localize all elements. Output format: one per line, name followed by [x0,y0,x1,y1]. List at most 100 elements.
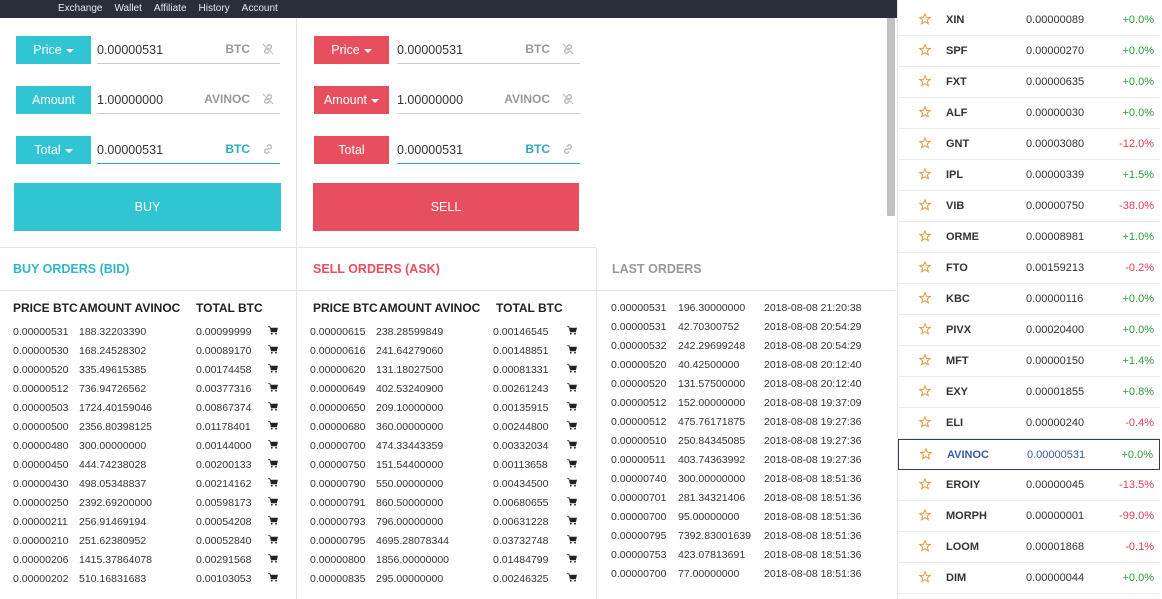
star-icon[interactable] [918,260,932,273]
market-row-vib[interactable]: VIB 0.00000750 -38.0% [898,191,1160,222]
cart-icon[interactable] [567,573,577,582]
star-icon[interactable] [918,43,932,56]
cart-icon[interactable] [268,516,278,525]
cart-icon[interactable] [268,497,278,506]
buy-order-row[interactable]: 0.00000520 335.49615385 0.00174458 [0,362,296,381]
sell-order-row[interactable]: 0.00000680 360.00000000 0.00244800 [297,419,596,438]
buy-button[interactable]: BUY [14,183,281,231]
sell-order-row[interactable]: 0.00000649 402.53240900 0.00261243 [297,381,596,400]
link-icon[interactable] [262,93,274,105]
cart-icon[interactable] [567,440,577,449]
cart-icon[interactable] [567,345,577,354]
star-icon[interactable] [918,136,932,149]
market-row-alf[interactable]: ALF 0.00000030 +0.0% [898,98,1160,129]
buy-order-row[interactable]: 0.00000210 251.62380952 0.00052840 [0,533,296,552]
buy-total-input[interactable]: 0.00000531 BTC [97,136,280,164]
market-row-fxt[interactable]: FXT 0.00000635 +0.0% [898,67,1160,98]
buy-total-dropdown[interactable]: Total [16,136,91,164]
buy-amount-input[interactable]: 1.00000000 AVINOC [97,86,280,114]
cart-icon[interactable] [268,326,278,335]
nav-item-history[interactable]: History [199,3,230,15]
market-row-mft[interactable]: MFT 0.00000150 +1.4% [898,346,1160,377]
market-row-eroiy[interactable]: EROIY 0.00000045 -13.5% [898,470,1160,501]
cart-icon[interactable] [567,478,577,487]
market-row-ipl[interactable]: IPL 0.00000339 +1.5% [898,160,1160,191]
sell-price-dropdown[interactable]: Price [314,36,389,64]
sell-amount-input[interactable]: 1.00000000 AVINOC [397,86,580,114]
sell-order-row[interactable]: 0.00000615 238.28599849 0.00146545 [297,324,596,343]
cart-icon[interactable] [268,345,278,354]
star-icon[interactable] [918,291,932,304]
sell-price-input[interactable]: 0.00000531 BTC [397,36,580,64]
cart-icon[interactable] [567,421,577,430]
sell-total-label-box[interactable]: Total [314,136,389,164]
market-row-exy[interactable]: EXY 0.00001855 +0.8% [898,377,1160,408]
buy-order-row[interactable]: 0.00000480 300.00000000 0.00144000 [0,438,296,457]
buy-price-input[interactable]: 0.00000531 BTC [97,36,280,64]
cart-icon[interactable] [567,383,577,392]
market-row-fto[interactable]: FTO 0.00159213 -0.2% [898,253,1160,284]
sell-button[interactable]: SELL [313,183,579,231]
buy-order-row[interactable]: 0.00000530 168.24528302 0.00089170 [0,343,296,362]
cart-icon[interactable] [268,535,278,544]
star-icon[interactable] [918,12,932,25]
star-icon[interactable] [918,74,932,87]
cart-icon[interactable] [268,459,278,468]
sell-order-row[interactable]: 0.00000620 131.18027500 0.00081331 [297,362,596,381]
star-icon[interactable] [918,105,932,118]
market-row-orme[interactable]: ORME 0.00008981 +1.0% [898,222,1160,253]
sell-order-row[interactable]: 0.00000750 151.54400000 0.00113658 [297,457,596,476]
buy-order-row[interactable]: 0.00000430 498.05348837 0.00214162 [0,476,296,495]
buy-order-row[interactable]: 0.00000450 444.74238028 0.00200133 [0,457,296,476]
nav-item-exchange[interactable]: Exchange [58,3,102,15]
link-icon[interactable] [562,43,574,55]
link-icon[interactable] [262,143,274,155]
buy-amount-dropdown[interactable]: Amount [16,86,91,114]
market-row-xin[interactable]: XIN 0.00000089 +0.0% [898,5,1160,36]
star-icon[interactable] [918,415,932,428]
sell-order-row[interactable]: 0.00000795 4695.28078344 0.03732748 [297,533,596,552]
cart-icon[interactable] [268,402,278,411]
sell-order-row[interactable]: 0.00000700 474.33443359 0.00332034 [297,438,596,457]
cart-icon[interactable] [567,516,577,525]
star-icon[interactable] [918,539,932,552]
star-icon[interactable] [918,508,932,521]
buy-order-row[interactable]: 0.00000500 2356.80398125 0.01178401 [0,419,296,438]
market-row-spf[interactable]: SPF 0.00000270 +0.0% [898,36,1160,67]
link-icon[interactable] [262,43,274,55]
cart-icon[interactable] [268,440,278,449]
sell-amount-dropdown[interactable]: Amount [314,86,389,114]
cart-icon[interactable] [567,402,577,411]
market-row-eli[interactable]: ELI 0.00000240 -0.4% [898,408,1160,439]
star-icon[interactable] [918,570,932,583]
star-icon[interactable] [918,322,932,335]
star-icon[interactable] [918,477,932,490]
star-icon[interactable] [918,167,932,180]
scrollbar[interactable] [887,18,895,216]
buy-order-row[interactable]: 0.00000512 736.94726562 0.00377316 [0,381,296,400]
buy-order-row[interactable]: 0.00000206 1415.37864078 0.00291568 [0,552,296,571]
cart-icon[interactable] [268,573,278,582]
market-row-pivx[interactable]: PIVX 0.00020400 +0.0% [898,315,1160,346]
market-row-morph[interactable]: MORPH 0.00000001 -99.0% [898,501,1160,532]
buy-order-row[interactable]: 0.00000250 2392.69200000 0.00598173 [0,495,296,514]
cart-icon[interactable] [567,554,577,563]
market-row-kbc[interactable]: KBC 0.00000116 +0.0% [898,284,1160,315]
buy-order-row[interactable]: 0.00000211 256.91469194 0.00054208 [0,514,296,533]
sell-order-row[interactable]: 0.00000793 796.00000000 0.00631228 [297,514,596,533]
cart-icon[interactable] [567,326,577,335]
buy-order-row[interactable]: 0.00000202 510.16831683 0.00103053 [0,571,296,590]
star-icon[interactable] [918,384,932,397]
cart-icon[interactable] [268,421,278,430]
link-icon[interactable] [562,143,574,155]
sell-order-row[interactable]: 0.00000616 241.64279060 0.00148851 [297,343,596,362]
cart-icon[interactable] [268,554,278,563]
sell-total-input[interactable]: 0.00000531 BTC [397,136,580,164]
cart-icon[interactable] [567,535,577,544]
star-icon[interactable] [918,198,932,211]
star-icon[interactable] [918,229,932,242]
market-row-avinoc[interactable]: AVINOC 0.00000531 +0.0% [898,439,1160,470]
cart-icon[interactable] [567,497,577,506]
nav-item-account[interactable]: Account [242,3,278,15]
cart-icon[interactable] [567,459,577,468]
